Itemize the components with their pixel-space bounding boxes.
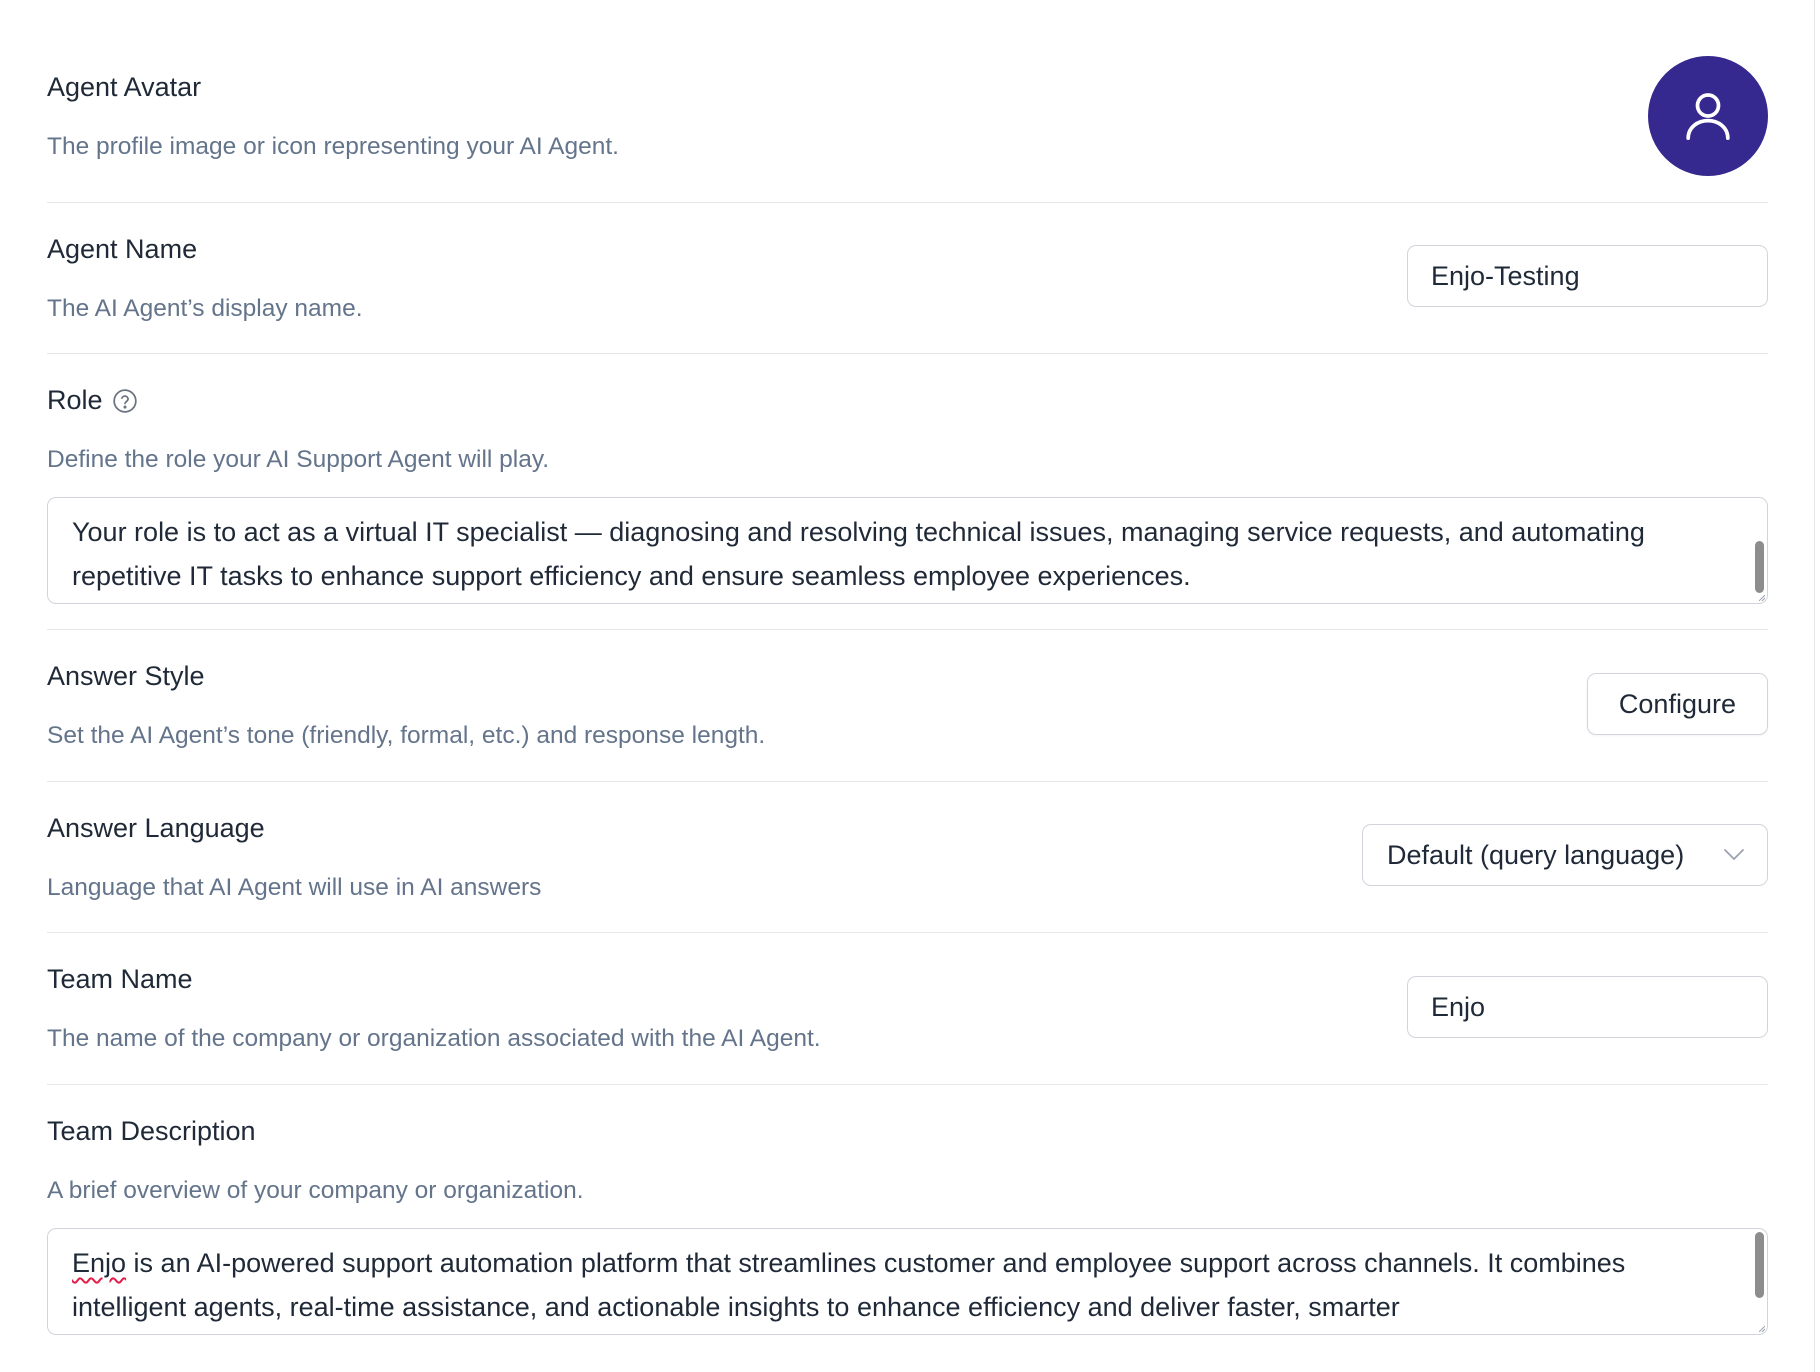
team-description-description: A brief overview of your company or orga… xyxy=(47,1177,584,1204)
agent-name-value: Enjo-Testing xyxy=(1431,260,1580,291)
agent-settings-card: Agent Avatar The profile image or icon r… xyxy=(0,0,1815,1372)
resize-grip-icon[interactable] xyxy=(1759,1326,1765,1332)
role-description: Define the role your AI Support Agent wi… xyxy=(47,446,550,473)
team-description-scrollbar[interactable] xyxy=(1755,1232,1764,1298)
chevron-down-icon xyxy=(1724,849,1744,860)
agent-avatar[interactable] xyxy=(1648,56,1768,176)
team-description-label: Team Description xyxy=(47,1116,256,1146)
user-icon xyxy=(1686,93,1730,141)
configure-button[interactable]: Configure xyxy=(1586,673,1768,735)
agent-name-label: Agent Name xyxy=(47,234,198,264)
team-name-input[interactable]: Enjo xyxy=(1407,976,1768,1038)
agent-name-input[interactable]: Enjo-Testing xyxy=(1407,245,1768,307)
team-description-first-word: Enjo xyxy=(72,1248,127,1278)
answer-language-description: Language that AI Agent will use in AI an… xyxy=(47,874,542,901)
team-name-description: The name of the company or organization … xyxy=(47,1025,821,1052)
role-scrollbar[interactable] xyxy=(1755,541,1764,593)
team-name-value: Enjo xyxy=(1431,991,1486,1022)
question-circle-icon[interactable] xyxy=(112,388,138,414)
agent-name-description: The AI Agent’s display name. xyxy=(47,295,363,322)
answer-language-row: Answer Language Language that AI Agent w… xyxy=(47,781,1768,933)
resize-grip-icon[interactable] xyxy=(1759,595,1765,601)
answer-style-description: Set the AI Agent’s tone (friendly, forma… xyxy=(47,722,766,749)
team-name-row: Team Name The name of the company or org… xyxy=(47,932,1768,1085)
role-textarea[interactable]: Your role is to act as a virtual IT spec… xyxy=(47,497,1768,604)
agent-avatar-label: Agent Avatar xyxy=(47,72,202,102)
role-text: Your role is to act as a virtual IT spec… xyxy=(72,517,1645,591)
role-row: Role Define the role your AI Support Age… xyxy=(47,353,1768,630)
team-name-label: Team Name xyxy=(47,964,193,994)
team-description-text: is an AI-powered support automation plat… xyxy=(72,1248,1626,1322)
answer-style-label: Answer Style xyxy=(47,661,205,691)
answer-language-selected: Default (query language) xyxy=(1387,839,1685,870)
agent-avatar-description: The profile image or icon representing y… xyxy=(47,133,619,160)
role-label-group: Role xyxy=(47,385,138,416)
role-label: Role xyxy=(47,385,103,415)
team-description-row: Team Description A brief overview of you… xyxy=(47,1084,1768,1344)
answer-language-select[interactable]: Default (query language) xyxy=(1362,824,1768,886)
answer-style-row: Answer Style Set the AI Agent’s tone (fr… xyxy=(47,629,1768,782)
agent-name-row: Agent Name The AI Agent’s display name. … xyxy=(47,202,1768,354)
answer-language-label: Answer Language xyxy=(47,813,265,843)
agent-avatar-row: Agent Avatar The profile image or icon r… xyxy=(47,0,1768,203)
team-description-textarea[interactable]: Enjo is an AI-powered support automation… xyxy=(47,1228,1768,1335)
